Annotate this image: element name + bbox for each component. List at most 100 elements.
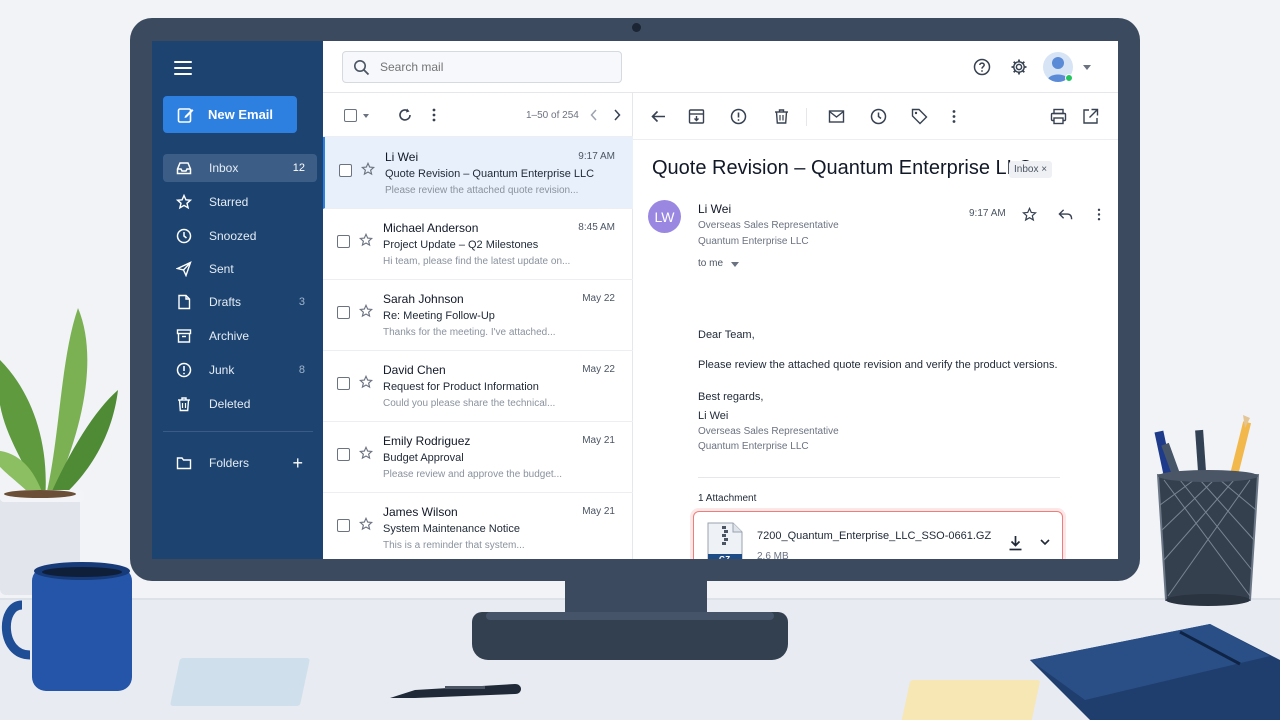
select-dropdown-icon[interactable] bbox=[363, 114, 369, 118]
recipient-dropdown[interactable]: to me bbox=[698, 258, 723, 269]
print-icon[interactable] bbox=[1050, 108, 1067, 125]
message-row[interactable]: James Wilson May 21 System Maintenance Not… bbox=[323, 492, 633, 559]
chevron-down-icon[interactable] bbox=[731, 262, 739, 267]
inbox-label-chip[interactable]: Inbox × bbox=[1009, 161, 1053, 178]
row-checkbox[interactable] bbox=[337, 235, 350, 248]
star-icon[interactable] bbox=[358, 232, 374, 247]
star-icon[interactable] bbox=[358, 374, 374, 389]
message-sender: Li Wei bbox=[385, 150, 419, 164]
trash-icon bbox=[178, 397, 190, 412]
pagination-text: 1–50 of 254 bbox=[526, 110, 579, 121]
file-type-badge: GZ bbox=[719, 555, 730, 559]
clock-icon bbox=[176, 228, 192, 244]
snooze-clock-icon[interactable] bbox=[870, 108, 887, 125]
sidebar-item-label: Starred bbox=[209, 195, 249, 209]
add-folder-button[interactable]: + bbox=[292, 453, 303, 474]
message-sender: Emily Rodriguez bbox=[383, 434, 471, 448]
reader-toolbar bbox=[633, 93, 1118, 140]
online-status-dot bbox=[1065, 74, 1073, 82]
message-time: May 21 bbox=[582, 435, 615, 446]
mail-icon[interactable] bbox=[828, 108, 845, 125]
message-preview: Please review and approve the budget... bbox=[383, 469, 563, 480]
row-checkbox[interactable] bbox=[339, 164, 352, 177]
archive-icon[interactable] bbox=[688, 108, 705, 125]
chevron-down-icon[interactable] bbox=[1040, 539, 1050, 546]
sidebar-item-folders[interactable]: Folders + bbox=[163, 449, 317, 477]
message-row[interactable]: Sarah Johnson May 22 Re: Meeting Follow-Up… bbox=[323, 279, 633, 351]
sidebar-item-archive[interactable]: Archive bbox=[163, 322, 317, 350]
email-subject-title: Quote Revision – Quantum Enterprise LLC bbox=[652, 157, 1033, 179]
sidebar-item-sent[interactable]: Sent bbox=[163, 255, 317, 283]
message-time: May 21 bbox=[582, 506, 615, 517]
message-row[interactable]: David Chen May 22 Request for Product Info… bbox=[323, 350, 633, 422]
new-email-label: New Email bbox=[208, 107, 274, 122]
message-subject: Quote Revision – Quantum Enterprise LLC bbox=[385, 168, 595, 180]
tag-icon[interactable] bbox=[911, 108, 928, 125]
more-vertical-icon[interactable] bbox=[1096, 207, 1102, 222]
more-vertical-icon[interactable] bbox=[951, 108, 957, 125]
star-icon bbox=[176, 194, 192, 210]
message-time: May 22 bbox=[582, 293, 615, 304]
sticky-note-blue bbox=[169, 658, 311, 706]
reading-pane: Quote Revision – Quantum Enterprise LLC … bbox=[633, 93, 1118, 559]
sender-company: Quantum Enterprise LLC bbox=[698, 236, 809, 247]
message-preview: Could you please share the technical... bbox=[383, 398, 556, 409]
message-preview: This is a reminder that system... bbox=[383, 540, 525, 551]
message-time: May 22 bbox=[582, 364, 615, 375]
row-checkbox[interactable] bbox=[337, 448, 350, 461]
more-vertical-icon[interactable] bbox=[431, 107, 437, 123]
star-icon[interactable] bbox=[358, 303, 374, 318]
chevron-down-icon[interactable] bbox=[1083, 65, 1091, 70]
alert-icon bbox=[176, 362, 192, 378]
sidebar-item-drafts[interactable]: Drafts 3 bbox=[163, 288, 317, 316]
select-all-checkbox[interactable] bbox=[344, 109, 357, 122]
report-spam-icon[interactable] bbox=[730, 108, 747, 125]
message-subject: Re: Meeting Follow-Up bbox=[383, 310, 495, 322]
message-row[interactable]: Michael Anderson 8:45 AM Project Update – … bbox=[323, 208, 633, 280]
search-box[interactable] bbox=[342, 51, 622, 83]
refresh-icon[interactable] bbox=[397, 107, 413, 123]
hamburger-icon[interactable] bbox=[174, 61, 192, 75]
sidebar-item-junk[interactable]: Junk 8 bbox=[163, 356, 317, 384]
sidebar-item-label: Snoozed bbox=[209, 229, 257, 243]
chevron-left-icon[interactable] bbox=[590, 109, 598, 121]
message-sender: Sarah Johnson bbox=[383, 292, 464, 306]
list-toolbar: 1–50 of 254 bbox=[323, 93, 633, 137]
star-icon[interactable] bbox=[360, 161, 376, 176]
sidebar-item-label: Junk bbox=[209, 363, 235, 377]
trash-icon[interactable] bbox=[773, 108, 790, 125]
sender-avatar: LW bbox=[648, 200, 681, 233]
message-subject: System Maintenance Notice bbox=[383, 523, 520, 535]
chevron-right-icon[interactable] bbox=[613, 109, 621, 121]
gear-icon[interactable] bbox=[1010, 58, 1028, 76]
download-icon[interactable] bbox=[1008, 535, 1023, 551]
message-preview: Hi team, please find the latest update o… bbox=[383, 256, 571, 267]
attachment-card[interactable]: GZ 7200_Quantum_Enterprise_LLC_SSO-0661.… bbox=[693, 511, 1063, 559]
help-icon[interactable] bbox=[973, 58, 991, 76]
star-icon[interactable] bbox=[358, 445, 374, 460]
row-checkbox[interactable] bbox=[337, 377, 350, 390]
sidebar-item-inbox[interactable]: Inbox 12 bbox=[163, 154, 317, 182]
file-icon bbox=[178, 294, 191, 310]
row-checkbox[interactable] bbox=[337, 306, 350, 319]
reply-icon[interactable] bbox=[1058, 207, 1073, 222]
back-arrow-icon[interactable] bbox=[650, 108, 667, 125]
signature-name: Li Wei bbox=[698, 410, 729, 422]
notebook-illustration bbox=[1030, 624, 1280, 720]
row-checkbox[interactable] bbox=[337, 519, 350, 532]
sidebar-item-starred[interactable]: Starred bbox=[163, 188, 317, 216]
toolbar-separator bbox=[806, 108, 807, 126]
sidebar-divider bbox=[163, 431, 313, 432]
star-icon[interactable] bbox=[1022, 207, 1037, 222]
sidebar-item-snoozed[interactable]: Snoozed bbox=[163, 222, 317, 250]
message-sender: James Wilson bbox=[383, 505, 458, 519]
star-icon[interactable] bbox=[358, 516, 374, 531]
attachment-divider bbox=[698, 477, 1060, 478]
open-in-new-window-icon[interactable] bbox=[1082, 108, 1099, 125]
search-input[interactable] bbox=[380, 60, 600, 74]
new-email-button[interactable]: New Email bbox=[163, 96, 297, 133]
sidebar-item-deleted[interactable]: Deleted bbox=[163, 390, 317, 418]
message-preview: Thanks for the meeting. I've attached... bbox=[383, 327, 556, 338]
message-row[interactable]: Emily Rodriguez May 21 Budget Approval Plea… bbox=[323, 421, 633, 493]
message-row[interactable]: Li Wei 9:17 AM Quote Revision – Quantum En… bbox=[323, 137, 633, 209]
